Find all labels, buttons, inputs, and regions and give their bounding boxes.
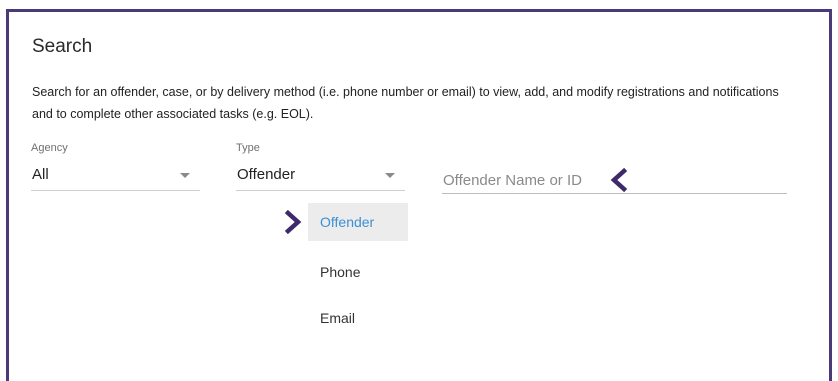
chevron-right-icon [284,210,302,234]
agency-select-value: All [32,166,49,183]
type-select-value: Offender [237,166,296,183]
chevron-left-icon [610,168,628,192]
agency-field: Agency All [31,140,200,191]
type-select[interactable]: Offender [236,160,405,191]
type-option-phone[interactable]: Phone [308,253,408,291]
agency-label: Agency [31,142,68,154]
search-panel: Search Search for an offender, case, or … [6,9,832,381]
type-field: Type Offender [236,140,405,191]
type-option-offender[interactable]: Offender [308,203,408,241]
type-label: Type [236,142,260,154]
type-option-email[interactable]: Email [308,299,408,337]
caret-down-icon [180,173,190,178]
agency-select[interactable]: All [31,160,200,191]
type-dropdown-menu: Offender Phone Email [308,203,408,341]
search-description: Search for an offender, case, or by deli… [32,85,779,121]
page-title: Search [32,36,93,57]
caret-down-icon [385,173,395,178]
